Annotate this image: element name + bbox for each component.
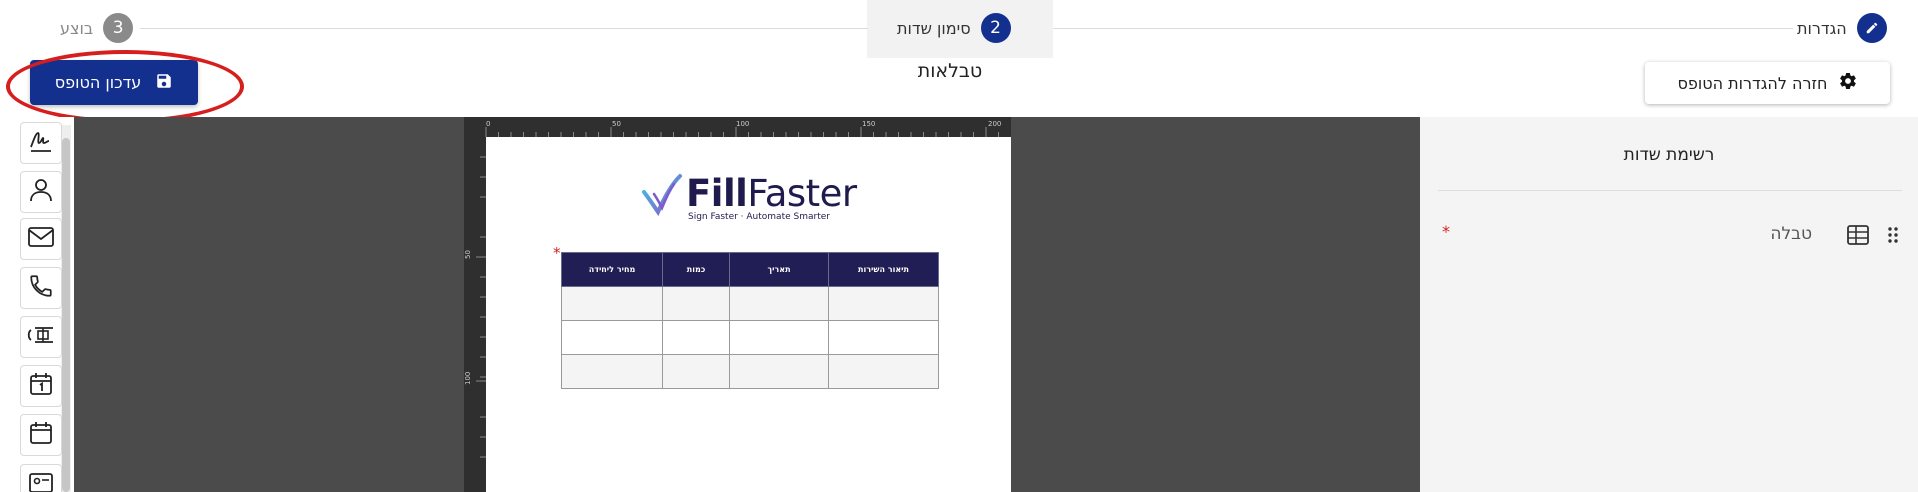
- toolbar-scrollbar-thumb[interactable]: [62, 138, 70, 492]
- field-label: טבלה: [1770, 224, 1812, 244]
- table-cell[interactable]: [561, 354, 663, 389]
- vertical-ruler: 50 100: [464, 117, 486, 492]
- logo-brand-bold: Fill: [686, 172, 748, 215]
- ruler-label: 100: [464, 372, 472, 385]
- logo-brand-light: Faster: [747, 172, 857, 215]
- mail-icon: [27, 225, 55, 253]
- step-settings-label: הגדרות: [1797, 18, 1847, 38]
- contact-card-icon: [28, 470, 54, 492]
- table-header-row: תיאור השירות תאריך כמות מחיר ליחידה: [561, 252, 939, 287]
- phone-icon: [28, 273, 54, 303]
- tool-contact-card[interactable]: [20, 464, 62, 492]
- table-cell[interactable]: [828, 354, 939, 389]
- tool-date-day[interactable]: [20, 365, 62, 407]
- table-cell[interactable]: [662, 286, 730, 321]
- tool-phone[interactable]: [20, 267, 62, 309]
- back-to-form-settings-button[interactable]: חזרה להגדרות הטופס: [1645, 62, 1890, 104]
- id-number-icon: [27, 322, 55, 352]
- person-icon: [28, 177, 54, 207]
- ruler-label: 100: [736, 120, 749, 128]
- save-icon: [155, 72, 173, 94]
- calendar-icon: [28, 420, 54, 450]
- form-editor-screen: הגדרות 2 סימון שדות 3 בוצע עדכון הטופס ט…: [0, 0, 1918, 492]
- stepper-connector: [1053, 28, 1793, 29]
- fields-list-title: רשימת שדות: [1623, 145, 1715, 165]
- update-form-label: עדכון הטופס: [54, 73, 142, 92]
- ruler-label: 200: [988, 120, 1001, 128]
- table-cell[interactable]: [729, 320, 829, 355]
- step-number: 2: [980, 13, 1011, 43]
- ruler-label: 50: [612, 120, 621, 128]
- table-cell[interactable]: [662, 320, 730, 355]
- table-cell[interactable]: [828, 320, 939, 355]
- logo-wordmark: FillFaster: [686, 172, 857, 215]
- panel-divider: [1438, 190, 1902, 191]
- tool-id-number[interactable]: [20, 316, 62, 358]
- required-marker: *: [553, 244, 561, 262]
- drag-handle-icon[interactable]: [1886, 224, 1900, 250]
- table-icon: [1846, 224, 1870, 250]
- table-cell[interactable]: [729, 354, 829, 389]
- table-header-cell: מחיר ליחידה: [561, 252, 663, 287]
- page-title: טבלאות: [917, 60, 983, 82]
- table-row: [561, 354, 939, 389]
- pencil-icon: [1856, 13, 1887, 43]
- required-marker: *: [1442, 222, 1450, 241]
- table-header-cell: כמות: [662, 252, 730, 287]
- fillfaster-logo: FillFaster Sign Faster · Automate Smarte…: [640, 170, 870, 228]
- table-header-cell: תאריך: [729, 252, 829, 287]
- step-done[interactable]: 3 בוצע: [60, 12, 134, 44]
- ruler-label: 150: [862, 120, 875, 128]
- ruler-label: 50: [464, 250, 472, 259]
- step-settings[interactable]: הגדרות: [1797, 12, 1887, 44]
- table-row: [561, 320, 939, 355]
- step-done-label: בוצע: [60, 18, 94, 38]
- table-row: [561, 286, 939, 321]
- step-mark-fields-label: סימון שדות: [897, 18, 971, 38]
- back-to-form-settings-label: חזרה להגדרות הטופס: [1677, 73, 1828, 93]
- checkmark-logo-icon: [642, 174, 682, 217]
- stepper-connector: [140, 28, 868, 29]
- table-field[interactable]: תיאור השירות תאריך כמות מחיר ליחידה: [561, 252, 939, 389]
- tool-email[interactable]: [20, 218, 62, 260]
- table-cell[interactable]: [662, 354, 730, 389]
- horizontal-ruler: 0 50 100 150 200: [464, 117, 1011, 137]
- calendar-day-icon: [28, 371, 54, 401]
- step-mark-fields[interactable]: 2 סימון שדות: [897, 12, 1011, 44]
- logo-tagline: Sign Faster · Automate Smarter: [688, 212, 830, 222]
- tool-person[interactable]: [20, 171, 62, 213]
- fields-list-item[interactable]: טבלה *: [1440, 222, 1902, 248]
- table-cell[interactable]: [561, 320, 663, 355]
- step-number: 3: [103, 13, 134, 43]
- fields-list-panel: [1420, 117, 1918, 492]
- signature-icon: [28, 128, 54, 158]
- gear-icon: [1838, 71, 1858, 95]
- tool-date[interactable]: [20, 414, 62, 456]
- ruler-label: 0: [486, 120, 490, 128]
- table-cell[interactable]: [729, 286, 829, 321]
- stepper: הגדרות 2 סימון שדות 3 בוצע: [0, 0, 1918, 58]
- table-cell[interactable]: [828, 286, 939, 321]
- update-form-button[interactable]: עדכון הטופס: [30, 60, 198, 105]
- table-header-cell: תיאור השירות: [828, 252, 939, 287]
- table-cell[interactable]: [561, 286, 663, 321]
- tool-signature[interactable]: [20, 122, 62, 164]
